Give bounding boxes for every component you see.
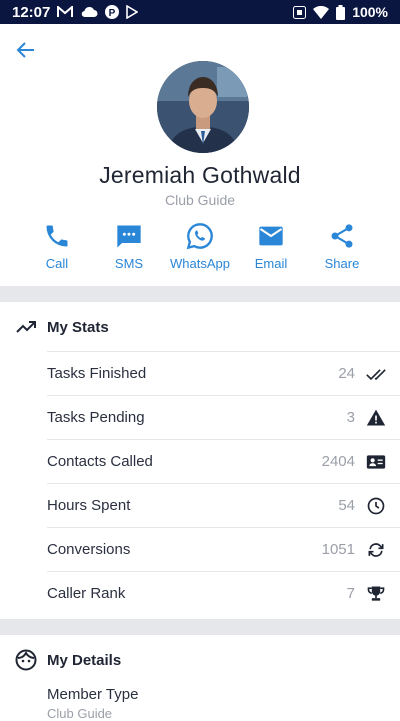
stat-value: 3 bbox=[346, 409, 355, 426]
profile-role: Club Guide bbox=[164, 192, 236, 208]
sync-icon bbox=[366, 540, 386, 560]
section-divider bbox=[0, 619, 400, 635]
share-button[interactable]: Share bbox=[302, 222, 382, 271]
stat-label: Tasks Finished bbox=[47, 365, 147, 382]
whatsapp-label: WhatsApp bbox=[170, 256, 230, 271]
phone-icon bbox=[46, 225, 68, 247]
contact-actions: Call SMS WhatsApp Email Share bbox=[0, 222, 400, 278]
back-button[interactable] bbox=[14, 38, 38, 62]
email-icon bbox=[259, 226, 283, 246]
arrow-back-icon bbox=[16, 42, 34, 58]
nfc-icon bbox=[293, 5, 307, 19]
double-check-icon bbox=[366, 364, 386, 384]
clock-icon bbox=[366, 496, 386, 516]
play-store-icon bbox=[126, 5, 139, 19]
stat-value: 54 bbox=[338, 497, 355, 514]
contact-card-icon bbox=[366, 452, 386, 472]
gmail-icon bbox=[57, 6, 74, 18]
stat-label: Conversions bbox=[47, 541, 131, 558]
section-divider bbox=[0, 286, 400, 302]
battery-percent: 100% bbox=[352, 4, 388, 20]
sms-icon bbox=[117, 225, 141, 248]
member-type-label: Member Type bbox=[47, 686, 139, 703]
trophy-icon bbox=[366, 584, 386, 604]
stat-row-tasks-pending: Tasks Pending 3 bbox=[47, 395, 400, 439]
battery-icon bbox=[336, 4, 346, 20]
stat-label: Tasks Pending bbox=[47, 409, 145, 426]
share-label: Share bbox=[324, 256, 360, 271]
details-header: My Details bbox=[0, 636, 400, 684]
status-time: 12:07 bbox=[12, 3, 51, 21]
whatsapp-button[interactable]: WhatsApp bbox=[160, 222, 240, 271]
svg-text:P: P bbox=[109, 8, 116, 19]
trending-up-icon bbox=[16, 321, 36, 333]
face-icon bbox=[15, 649, 37, 671]
p-icon: P bbox=[105, 5, 120, 19]
stats-title: My Stats bbox=[47, 318, 109, 336]
profile-name: Jeremiah Gothwald bbox=[99, 162, 301, 188]
stat-row-hours-spent: Hours Spent 54 bbox=[47, 483, 400, 527]
member-type-value: Club Guide bbox=[47, 706, 113, 721]
stat-row-conversions: Conversions 1051 bbox=[47, 527, 400, 571]
stat-value: 1051 bbox=[321, 541, 355, 558]
sms-button[interactable]: SMS bbox=[89, 222, 169, 271]
avatar bbox=[157, 61, 249, 153]
warning-icon bbox=[366, 408, 386, 428]
wifi-icon bbox=[313, 5, 330, 19]
stats-list: Tasks Finished 24 Tasks Pending 3 Contac… bbox=[47, 351, 400, 615]
stat-label: Caller Rank bbox=[47, 585, 126, 602]
stat-row-tasks-finished: Tasks Finished 24 bbox=[47, 351, 400, 395]
share-icon bbox=[331, 224, 353, 248]
email-button[interactable]: Email bbox=[231, 222, 311, 271]
email-label: Email bbox=[254, 256, 288, 271]
sms-label: SMS bbox=[114, 256, 144, 271]
stat-value: 2404 bbox=[321, 453, 355, 470]
details-title: My Details bbox=[47, 651, 122, 669]
status-bar: 12:07 P 100% bbox=[0, 0, 400, 24]
call-label: Call bbox=[45, 256, 69, 271]
whatsapp-icon bbox=[186, 223, 213, 250]
stat-row-caller-rank: Caller Rank 7 bbox=[47, 571, 400, 615]
stat-row-contacts-called: Contacts Called 2404 bbox=[47, 439, 400, 483]
cloud-icon bbox=[80, 6, 98, 18]
call-button[interactable]: Call bbox=[17, 222, 97, 271]
stat-label: Contacts Called bbox=[47, 453, 153, 470]
stat-label: Hours Spent bbox=[47, 497, 131, 514]
stat-value: 24 bbox=[338, 365, 355, 382]
stats-header: My Stats bbox=[0, 303, 400, 351]
stat-value: 7 bbox=[346, 585, 355, 602]
